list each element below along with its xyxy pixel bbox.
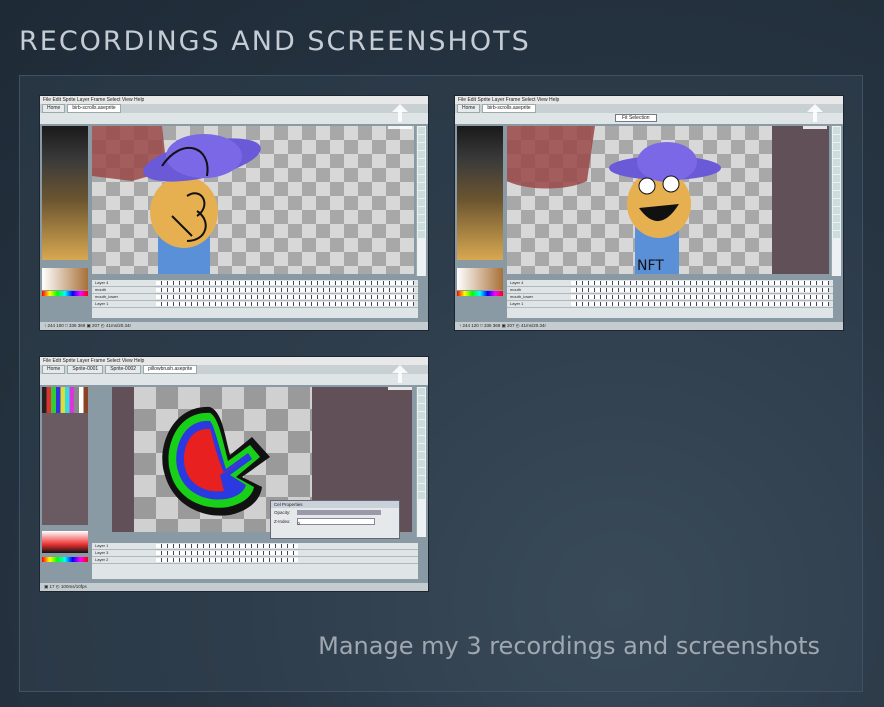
app-menubar: File Edit Sprite Layer Frame Select View… bbox=[40, 357, 428, 365]
tool-palette bbox=[416, 387, 426, 537]
app-toolbar bbox=[40, 113, 428, 125]
manage-screenshots-link[interactable]: Manage my 3 recordings and screenshots bbox=[318, 632, 820, 660]
zindex-label: Z-Index: bbox=[274, 519, 291, 524]
screenshots-panel: File Edit Sprite Layer Frame Select View… bbox=[19, 75, 863, 692]
layer-name: Layer 4 bbox=[510, 280, 524, 285]
timeline-row: mouth bbox=[92, 287, 418, 294]
color-palette bbox=[42, 126, 88, 260]
timeline-row: Layer 4 bbox=[507, 280, 833, 287]
tab-file: birb-scrolls.aseprite bbox=[67, 104, 121, 113]
layer-name: Layer 1 bbox=[510, 301, 524, 306]
app-toolbar: Fit Selection bbox=[455, 113, 843, 125]
cel-properties-dialog: Cel Properties Opacity: Z-Index: 0 bbox=[270, 500, 400, 539]
zoom-dropdown[interactable]: Fit Selection bbox=[615, 114, 657, 122]
opacity-label: Opacity: bbox=[274, 510, 291, 515]
timeline: Layer 1 Layer 3 Layer 2 bbox=[92, 543, 418, 579]
dialog-title: Cel Properties bbox=[271, 501, 399, 508]
color-editor bbox=[42, 268, 88, 290]
tool-palette bbox=[416, 126, 426, 276]
hue-slider bbox=[457, 291, 503, 296]
app-statusbar: ▣ 17 ◴ 100ms/10fps bbox=[40, 583, 428, 591]
layer-name: mouth_lower bbox=[95, 294, 118, 299]
tab-home: Home bbox=[42, 365, 66, 374]
layer-name: Layer 2 bbox=[95, 557, 109, 562]
color-palette bbox=[42, 387, 88, 525]
upload-icon[interactable] bbox=[386, 104, 414, 132]
screenshot-thumbnail-1[interactable]: File Edit Sprite Layer Frame Select View… bbox=[39, 95, 429, 331]
color-editor bbox=[42, 531, 88, 553]
timeline-row: Layer 1 bbox=[507, 301, 833, 308]
sprite-canvas: NFT bbox=[507, 126, 829, 274]
layer-name: mouth_lower bbox=[510, 294, 533, 299]
layer-name: Layer 3 bbox=[95, 550, 109, 555]
timeline-row: Layer 3 bbox=[92, 550, 418, 557]
color-editor bbox=[457, 268, 503, 290]
tool-palette bbox=[831, 126, 841, 276]
app-statusbar: ↑ 244 100 □ 336 369 ▣ 207 ◴ 41ms/20.34r bbox=[40, 322, 428, 330]
timeline-row: Layer 1 bbox=[92, 301, 418, 308]
timeline-row: mouth_lower bbox=[92, 294, 418, 301]
timeline-row: mouth_lower bbox=[507, 294, 833, 301]
color-palette bbox=[457, 126, 503, 260]
tab-sprite-2: Sprite-0002 bbox=[105, 365, 142, 374]
app-tabbar: Home birb-scrolls.aseprite bbox=[455, 104, 843, 113]
tab-file: pillowbrush.aseprite bbox=[143, 365, 198, 374]
app-statusbar: ↑ 244 120 □ 336 369 ▣ 207 ◴ 41ms/20.34r bbox=[455, 322, 843, 330]
layer-name: Layer 1 bbox=[95, 301, 109, 306]
section-title: RECORDINGS AND SCREENSHOTS bbox=[19, 26, 531, 57]
opacity-slider[interactable] bbox=[296, 510, 381, 516]
layer-name: Layer 4 bbox=[95, 280, 109, 285]
sprite-canvas bbox=[92, 126, 414, 274]
layer-name: mouth bbox=[95, 287, 107, 292]
tab-home: Home bbox=[457, 104, 481, 113]
timeline: Layer 4 mouth mouth_lower Layer 1 bbox=[507, 280, 833, 318]
tab-home: Home bbox=[42, 104, 66, 113]
tab-sprite-1: Sprite-0001 bbox=[67, 365, 104, 374]
upload-icon[interactable] bbox=[801, 104, 829, 132]
zindex-field[interactable]: 0 bbox=[296, 518, 375, 526]
app-menubar: File Edit Sprite Layer Frame Select View… bbox=[40, 96, 428, 104]
app-menubar: File Edit Sprite Layer Frame Select View… bbox=[455, 96, 843, 104]
timeline: Layer 4 mouth mouth_lower Layer 1 bbox=[92, 280, 418, 318]
app-tabbar: Home Sprite-0001 Sprite-0002 pillowbrush.as… bbox=[40, 365, 428, 374]
nft-text: NFT bbox=[637, 258, 664, 274]
app-toolbar bbox=[40, 374, 428, 386]
screenshot-thumbnail-3[interactable]: File Edit Sprite Layer Frame Select View… bbox=[39, 356, 429, 592]
timeline-row: Layer 4 bbox=[92, 280, 418, 287]
timeline-row: Layer 2 bbox=[92, 557, 418, 564]
screenshot-thumbnail-2[interactable]: File Edit Sprite Layer Frame Select View… bbox=[454, 95, 844, 331]
timeline-row: Layer 1 bbox=[92, 543, 418, 550]
layer-name: mouth bbox=[510, 287, 522, 292]
hue-slider bbox=[42, 557, 88, 562]
layer-name: Layer 1 bbox=[95, 543, 109, 548]
timeline-row: mouth bbox=[507, 287, 833, 294]
upload-icon[interactable] bbox=[386, 365, 414, 393]
tab-file: birb-scrolls.aseprite bbox=[482, 104, 536, 113]
app-tabbar: Home birb-scrolls.aseprite bbox=[40, 104, 428, 113]
hue-slider bbox=[42, 291, 88, 296]
